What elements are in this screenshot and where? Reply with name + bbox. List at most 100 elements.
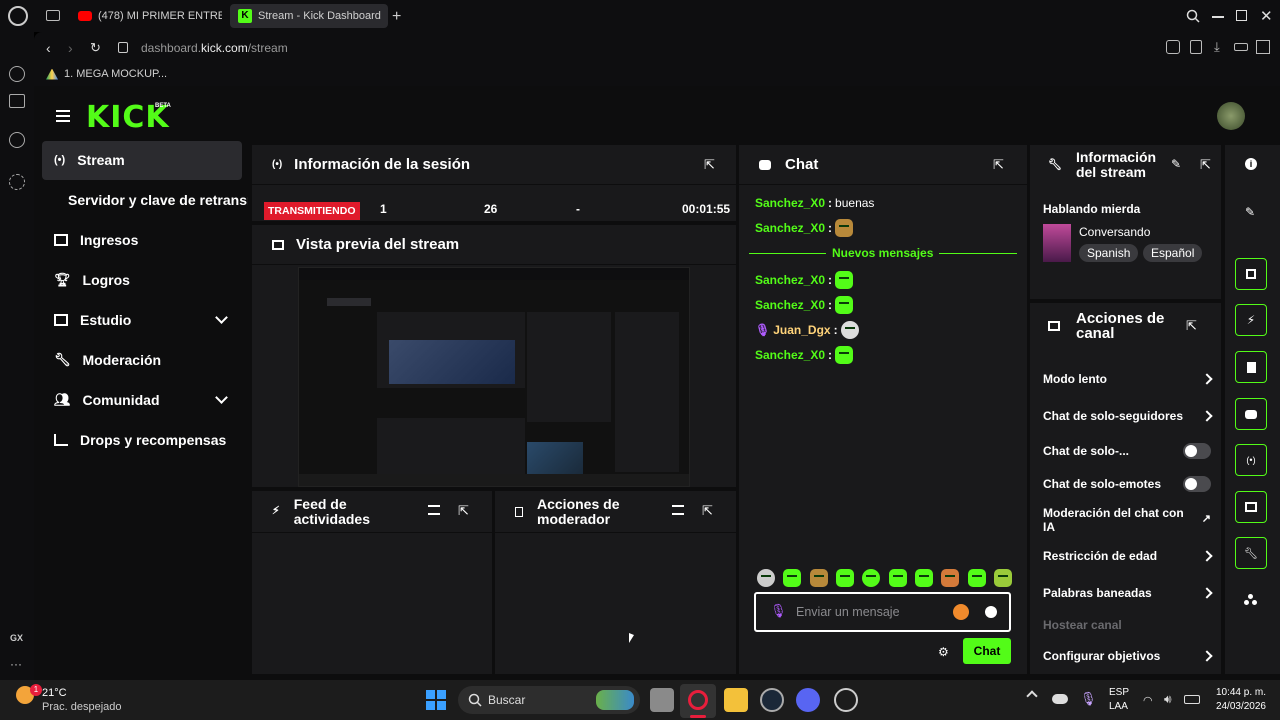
nav-item-moderation[interactable]: 🔧︎ Moderación <box>42 342 242 378</box>
slow-mode-row[interactable]: Modo lento <box>1043 371 1213 387</box>
snapshot-icon[interactable] <box>1190 40 1202 54</box>
host-channel-row[interactable]: Hostear canal <box>1043 617 1211 633</box>
tag-chip[interactable]: Español <box>1143 244 1203 262</box>
chat-input-placeholder[interactable]: Enviar un mensaje <box>796 605 900 619</box>
opera-gx-icon[interactable] <box>688 690 708 710</box>
lightning-button[interactable]: ⚡︎ <box>1235 304 1267 336</box>
clip-button[interactable] <box>1235 258 1267 290</box>
notes-button[interactable] <box>1235 351 1267 383</box>
followers-only-row[interactable]: Chat de solo-seguidores <box>1043 408 1213 424</box>
battery-icon[interactable] <box>1184 695 1200 704</box>
popout-icon[interactable]: ⇱ <box>1200 157 1211 173</box>
chatgpt-icon[interactable] <box>9 132 25 148</box>
aria-icon[interactable] <box>9 94 25 108</box>
configure-goals-row[interactable]: Configurar objetivos <box>1043 648 1213 664</box>
edit-pencil-icon[interactable]: ✎ <box>1245 205 1255 219</box>
opera-logo-icon[interactable] <box>8 6 28 26</box>
minimize-icon[interactable] <box>1212 16 1224 18</box>
windows-start-icon[interactable] <box>426 690 446 710</box>
workspaces-icon[interactable] <box>46 10 60 21</box>
popout-icon[interactable]: ⇱ <box>702 503 713 519</box>
settings-gear-icon[interactable] <box>9 174 25 190</box>
filter-icon[interactable] <box>672 505 684 515</box>
nav-item-drops[interactable]: Drops y recompensas <box>42 422 242 458</box>
weather-desc[interactable]: Prac. despejado <box>42 701 122 713</box>
emote-icon[interactable] <box>809 569 828 587</box>
microphone-icon[interactable]: 🎙︎ <box>1080 691 1097 707</box>
chat-username[interactable]: Juan_Dgx <box>773 323 830 337</box>
nav-item-community[interactable]: 👥︎ Comunidad <box>42 382 242 418</box>
search-icon[interactable] <box>1186 9 1200 23</box>
gx-label[interactable]: GX <box>10 633 23 643</box>
nav-item-stream[interactable]: (•) Stream <box>42 142 242 178</box>
battery-saver-icon[interactable] <box>1234 43 1248 51</box>
taskbar-search[interactable]: Buscar <box>458 686 640 714</box>
language-code[interactable]: ESP <box>1109 687 1129 698</box>
emote-icon[interactable] <box>993 569 1012 587</box>
category-thumbnail[interactable] <box>1043 224 1071 262</box>
url-field[interactable]: dashboard.kick.com/stream <box>141 41 288 55</box>
emote-icon[interactable] <box>783 569 802 587</box>
chat-username[interactable]: Sanchez_X0 <box>755 221 825 235</box>
subs-only-row[interactable]: Chat de solo-... <box>1043 443 1211 459</box>
clock-time[interactable]: 10:44 p. m. <box>1214 687 1266 698</box>
nav-item-server-key[interactable]: Servidor y clave de retransmisión <box>56 182 248 218</box>
moderation-button[interactable]: 🔧︎ <box>1235 537 1267 569</box>
edit-pencil-icon[interactable]: ✎ <box>1171 157 1181 171</box>
keyboard-layout[interactable]: LAA <box>1109 701 1128 712</box>
task-view-icon[interactable] <box>650 688 674 712</box>
clock-date[interactable]: 24/03/2026 <box>1214 701 1266 712</box>
forward-arrow-icon[interactable]: › <box>68 40 73 56</box>
new-tab-plus-icon[interactable]: + <box>392 8 401 26</box>
easy-setup-icon[interactable] <box>1256 40 1270 54</box>
history-icon[interactable] <box>9 66 25 82</box>
close-icon[interactable]: ✕ <box>1260 7 1273 25</box>
back-arrow-icon[interactable]: ‹ <box>46 40 51 56</box>
broadcast-button[interactable]: (•) <box>1235 444 1267 476</box>
hamburger-menu-icon[interactable] <box>56 110 70 122</box>
filter-icon[interactable] <box>428 505 440 515</box>
onedrive-icon[interactable] <box>1052 694 1068 704</box>
tab-youtube[interactable]: (478) MI PRIMER ENTRENA <box>70 4 222 28</box>
user-avatar[interactable] <box>1217 102 1245 130</box>
chat-username[interactable]: Sanchez_X0 <box>755 298 825 312</box>
weather-temp[interactable]: 21°C <box>42 687 67 699</box>
nav-item-achievements[interactable]: 🏆︎ Logros <box>42 262 242 298</box>
emote-icon[interactable] <box>862 569 881 587</box>
subs-only-toggle[interactable] <box>1183 443 1211 459</box>
wifi-icon[interactable]: ◠ <box>1143 694 1153 707</box>
chat-popup-button[interactable] <box>1235 398 1267 430</box>
chat-username[interactable]: Sanchez_X0 <box>755 348 825 362</box>
chat-username[interactable]: Sanchez_X0 <box>755 196 825 210</box>
banned-words-row[interactable]: Palabras baneadas <box>1043 585 1213 601</box>
chat-settings-gear-icon[interactable]: ⚙︎ <box>938 645 949 659</box>
tag-chip[interactable]: Spanish <box>1079 244 1139 262</box>
download-icon[interactable]: ⤓ <box>1214 39 1220 55</box>
emotes-only-row[interactable]: Chat de solo-emotes <box>1043 476 1211 492</box>
community-icon[interactable] <box>1244 594 1258 606</box>
popout-icon[interactable]: ⇱ <box>704 157 715 173</box>
ai-moderation-row[interactable]: Moderación del chat con IA ↗ <box>1043 506 1211 534</box>
emote-icon[interactable] <box>914 569 933 587</box>
file-explorer-icon[interactable] <box>724 688 748 712</box>
emote-icon[interactable] <box>835 569 854 587</box>
info-icon[interactable]: i <box>1245 158 1257 170</box>
chat-input-box[interactable]: 🎙︎ Enviar un mensaje <box>754 592 1011 632</box>
stream-category[interactable]: Conversando <box>1079 225 1150 239</box>
chat-username[interactable]: Sanchez_X0 <box>755 273 825 287</box>
stream-preview-video[interactable] <box>298 267 690 487</box>
emoji-icon[interactable] <box>985 606 997 618</box>
emote-icon[interactable] <box>941 569 960 587</box>
upload-arrow-icon[interactable] <box>953 604 969 620</box>
emotes-only-toggle[interactable] <box>1183 476 1211 492</box>
discord-icon[interactable] <box>796 688 820 712</box>
bookmark-item[interactable]: 1. MEGA MOCKUP... <box>46 68 167 80</box>
popout-icon[interactable]: ⇱ <box>1186 318 1197 334</box>
extensions-icon[interactable] <box>1166 40 1180 54</box>
nav-item-revenue[interactable]: Ingresos <box>42 222 242 258</box>
emote-icon[interactable] <box>888 569 907 587</box>
reload-icon[interactable]: ↻ <box>90 40 101 56</box>
chat-send-button[interactable]: Chat <box>963 638 1011 664</box>
steam-icon[interactable] <box>760 688 784 712</box>
emote-icon[interactable] <box>757 569 775 587</box>
